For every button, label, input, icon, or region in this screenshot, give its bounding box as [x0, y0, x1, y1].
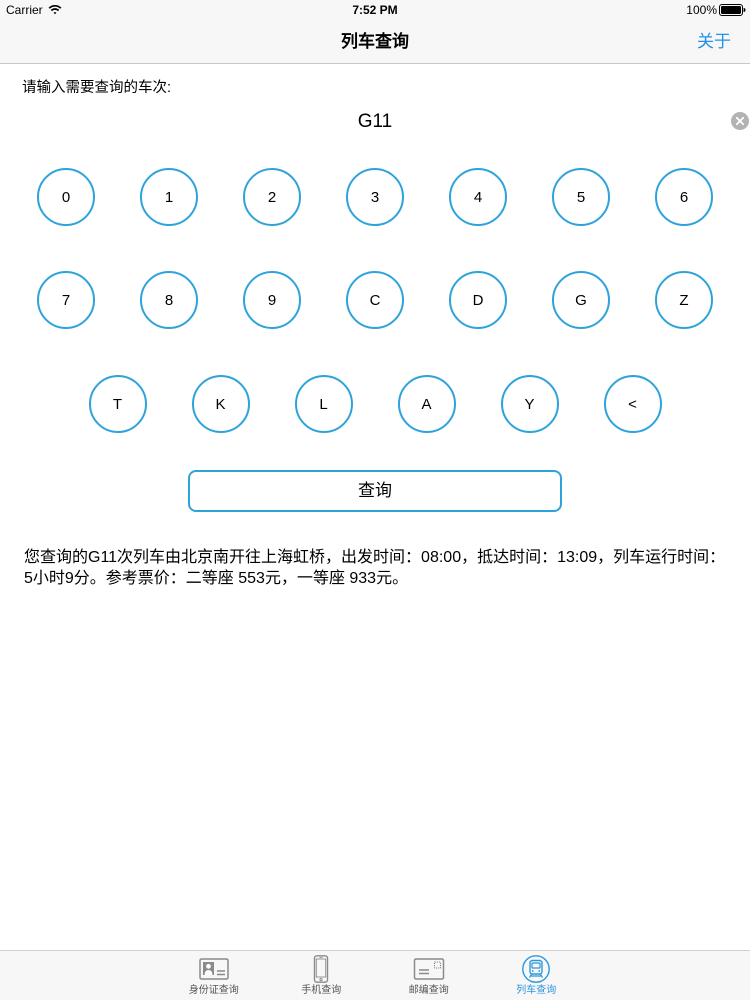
keypad-row: 0 1 2 3 4 5 6 — [0, 168, 750, 226]
keypad-key-5[interactable]: 5 — [552, 168, 610, 226]
postcard-icon — [413, 958, 444, 980]
query-result-text: 您查询的G11次列车由北京南开往上海虹桥，出发时间：08:00，抵达时间：13:… — [24, 549, 726, 587]
keypad-key-d[interactable]: D — [449, 271, 507, 329]
train-number-prompt: 请输入需要查询的车次: — [22, 80, 172, 96]
keypad-key-8[interactable]: 8 — [140, 271, 198, 329]
query-button[interactable]: 查询 — [188, 470, 562, 512]
phone-icon — [314, 955, 329, 983]
tab-bar: 身份证查询 手机查询 邮编查询 列车查询 — [0, 950, 750, 1000]
navigation-bar: Carrier 7:52 PM 100% 列车查询 关于 — [0, 0, 750, 64]
keypad-key-c[interactable]: C — [346, 271, 404, 329]
keypad-key-a[interactable]: A — [397, 375, 456, 433]
id-card-icon — [199, 958, 229, 980]
keypad-key-6[interactable]: 6 — [655, 168, 713, 226]
train-number-field[interactable]: G11 — [0, 104, 750, 140]
tab-label: 手机查询 — [301, 985, 342, 996]
clear-icon — [731, 112, 749, 130]
carrier-name: Carrier — [6, 3, 43, 17]
keypad-key-2[interactable]: 2 — [243, 168, 301, 226]
keypad-key-1[interactable]: 1 — [140, 168, 198, 226]
keypad-key-4[interactable]: 4 — [449, 168, 507, 226]
page-title: 列车查询 — [341, 32, 409, 51]
keypad-key-z[interactable]: Z — [655, 271, 713, 329]
wifi-icon — [48, 4, 62, 15]
tab-postcode-query[interactable]: 邮编查询 — [375, 951, 483, 1000]
clear-button[interactable] — [731, 112, 749, 130]
about-button[interactable]: 关于 — [690, 20, 738, 63]
keypad-key-y[interactable]: Y — [500, 375, 559, 433]
keypad-key-0[interactable]: 0 — [37, 168, 95, 226]
keypad-row: T K L A Y < — [0, 375, 750, 433]
keypad-key-l[interactable]: L — [294, 375, 353, 433]
keypad-key-t[interactable]: T — [88, 375, 147, 433]
status-bar: Carrier 7:52 PM 100% — [0, 0, 750, 20]
train-icon — [522, 955, 551, 983]
keypad-key-k[interactable]: K — [191, 375, 250, 433]
tab-list: 身份证查询 手机查询 邮编查询 列车查询 — [160, 951, 590, 1000]
keypad-key-g[interactable]: G — [552, 271, 610, 329]
keypad-key-9[interactable]: 9 — [243, 271, 301, 329]
keypad-key-backspace[interactable]: < — [603, 375, 662, 433]
battery-percentage: 100% — [686, 3, 717, 17]
keypad-row: 7 8 9 C D G Z — [0, 271, 750, 329]
tab-label: 列车查询 — [516, 985, 557, 996]
tab-train-query[interactable]: 列车查询 — [483, 951, 591, 1000]
train-number-value: G11 — [357, 111, 393, 132]
tab-phone-query[interactable]: 手机查询 — [268, 951, 376, 1000]
keypad-key-7[interactable]: 7 — [37, 271, 95, 329]
tab-label: 邮编查询 — [408, 985, 449, 996]
tab-label: 身份证查询 — [188, 985, 239, 996]
keypad-key-3[interactable]: 3 — [346, 168, 404, 226]
tab-id-card-query[interactable]: 身份证查询 — [160, 951, 268, 1000]
status-time: 7:52 PM — [352, 3, 398, 17]
battery-icon — [719, 4, 746, 16]
